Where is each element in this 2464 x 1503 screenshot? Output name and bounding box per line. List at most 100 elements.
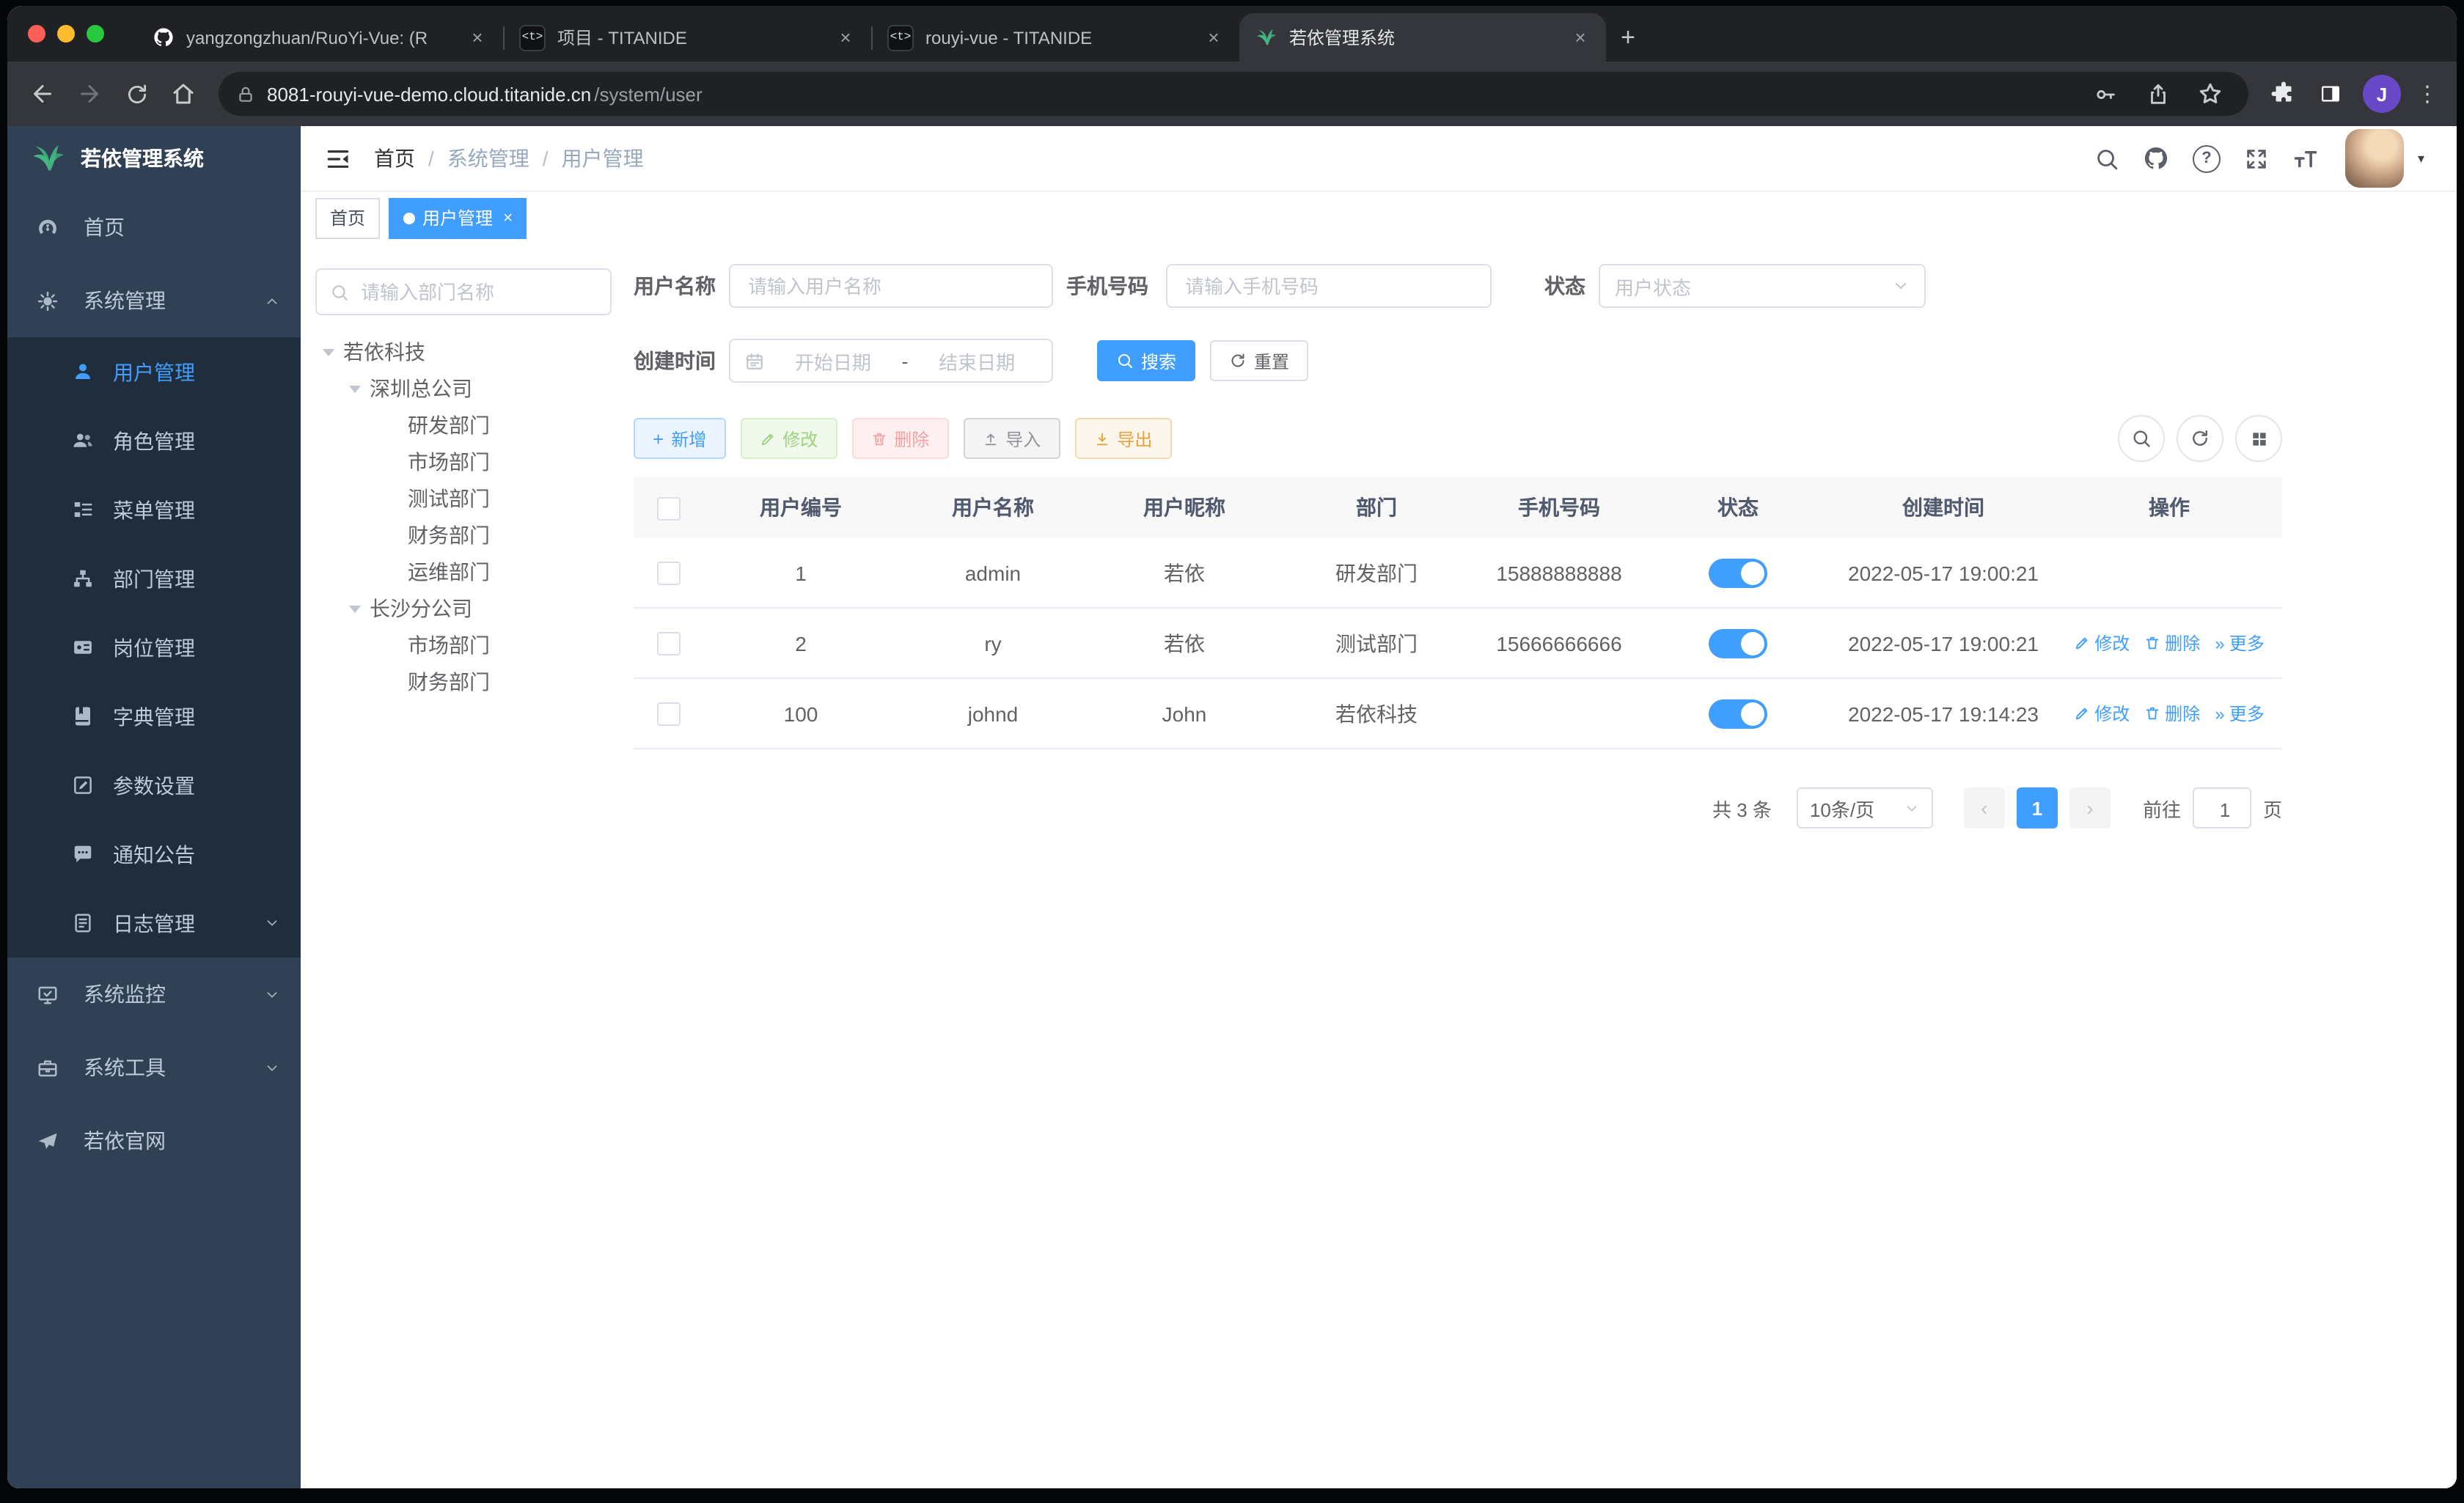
github-icon[interactable]	[2135, 136, 2179, 180]
help-question-icon[interactable]: ?	[2185, 136, 2229, 180]
sidebar-item-notice[interactable]: 通知公告	[7, 820, 301, 889]
row-delete-link[interactable]: 删除	[2144, 631, 2200, 655]
tab-ruoyi-admin-active[interactable]: 若依管理系统 ×	[1239, 13, 1606, 62]
status-select[interactable]: 用户状态	[1599, 264, 1926, 308]
sidebar-item-param-settings[interactable]: 参数设置	[7, 751, 301, 820]
sidebar-collapse-icon[interactable]	[312, 133, 362, 183]
row-checkbox[interactable]	[657, 562, 681, 586]
sidebar-item-menu-management[interactable]: 菜单管理	[7, 475, 301, 544]
status-cell	[1646, 699, 1830, 728]
close-window-button[interactable]	[28, 25, 45, 43]
current-page-button[interactable]: 1	[2016, 787, 2058, 828]
dept-search-input[interactable]	[358, 279, 597, 304]
row-checkbox[interactable]	[657, 632, 681, 656]
status-toggle-on[interactable]	[1709, 558, 1767, 587]
column-settings-grid-icon[interactable]	[2235, 415, 2282, 462]
fullscreen-icon[interactable]	[2234, 136, 2278, 180]
search-button[interactable]: 搜索	[1097, 340, 1196, 381]
user-avatar[interactable]	[2345, 129, 2405, 188]
add-button[interactable]: + 新增	[634, 418, 726, 459]
page-size-select[interactable]: 10条/页	[1796, 787, 1933, 828]
minimize-window-button[interactable]	[57, 25, 75, 43]
sidebar-logo[interactable]: 若依管理系统	[7, 126, 301, 191]
address-bar[interactable]: 8081-rouyi-vue-demo.cloud.titanide.cn/sy…	[219, 72, 2248, 116]
tree-expand-caret-icon[interactable]	[323, 348, 334, 361]
tree-node[interactable]: 测试部门	[315, 479, 612, 516]
goto-page-input[interactable]	[2193, 789, 2256, 830]
tree-node[interactable]: 财务部门	[315, 516, 612, 553]
tree-node[interactable]: 运维部门	[315, 553, 612, 589]
font-size-icon[interactable]	[2284, 136, 2328, 180]
new-tab-button[interactable]: +	[1606, 13, 1650, 62]
tree-node[interactable]: 长沙分公司	[315, 589, 612, 626]
back-icon[interactable]	[22, 73, 63, 114]
row-more-link[interactable]: » 更多	[2215, 631, 2264, 655]
password-key-icon[interactable]	[2084, 73, 2125, 114]
status-toggle-on[interactable]	[1709, 699, 1767, 728]
row-edit-link[interactable]: 修改	[2074, 701, 2130, 726]
sidebar-item-label: 首页	[84, 216, 125, 239]
select-all-checkbox[interactable]	[657, 496, 681, 521]
browser-menu-icon[interactable]: ⋮	[2413, 81, 2442, 107]
close-tab-icon[interactable]: ×	[835, 26, 857, 48]
table-toolbar: + 新增 修改 删除 导入 导出	[634, 415, 2282, 462]
forward-icon[interactable]	[69, 73, 110, 114]
sidebar-item-post-management[interactable]: 岗位管理	[7, 613, 301, 682]
tab-titanide-rouyi[interactable]: <t> rouyi-vue - TITANIDE ×	[873, 13, 1239, 62]
sidebar-item-dict-management[interactable]: 字典管理	[7, 682, 301, 751]
tree-node[interactable]: 市场部门	[315, 626, 612, 663]
close-tab-icon[interactable]: ×	[1569, 26, 1591, 48]
delete-button[interactable]: 删除	[851, 418, 949, 459]
tag-user-management-active[interactable]: 用户管理 ×	[389, 197, 527, 238]
close-tab-icon[interactable]: ×	[466, 26, 488, 48]
next-page-button[interactable]: ›	[2069, 787, 2111, 828]
tag-home[interactable]: 首页	[315, 197, 381, 238]
row-checkbox[interactable]	[657, 702, 681, 727]
extensions-puzzle-icon[interactable]	[2263, 73, 2304, 114]
tree-node[interactable]: 市场部门	[315, 443, 612, 479]
header-search-icon[interactable]	[2085, 136, 2129, 180]
side-panel-icon[interactable]	[2310, 73, 2351, 114]
refresh-icon[interactable]	[2177, 415, 2223, 462]
tab-titanide-project[interactable]: <t> 项目 - TITANIDE ×	[505, 13, 871, 62]
export-button[interactable]: 导出	[1074, 418, 1172, 459]
tab-github[interactable]: yangzongzhuan/RuoYi-Vue: (R ×	[136, 13, 503, 62]
tree-node[interactable]: 财务部门	[315, 663, 612, 699]
import-button[interactable]: 导入	[963, 418, 1060, 459]
status-toggle-on[interactable]	[1709, 628, 1767, 658]
edit-button[interactable]: 修改	[740, 418, 837, 459]
sidebar-item-user-management[interactable]: 用户管理	[7, 337, 301, 406]
reload-icon[interactable]	[116, 73, 157, 114]
home-icon[interactable]	[163, 73, 204, 114]
share-icon[interactable]	[2137, 73, 2178, 114]
tree-expand-caret-icon[interactable]	[349, 385, 361, 398]
close-tab-icon[interactable]: ×	[1203, 26, 1225, 48]
username-input[interactable]	[745, 273, 1037, 298]
sidebar-item-system-monitor[interactable]: 系统监控	[7, 958, 301, 1031]
prev-page-button[interactable]: ‹	[1963, 787, 2005, 828]
close-tag-icon[interactable]: ×	[503, 209, 513, 227]
bookmark-star-icon[interactable]	[2190, 73, 2231, 114]
avatar-dropdown-caret-icon[interactable]: ▾	[2418, 150, 2424, 166]
row-more-link[interactable]: » 更多	[2215, 701, 2264, 726]
browser-profile-avatar[interactable]: J	[2363, 75, 2401, 113]
sidebar-item-role-management[interactable]: 角色管理	[7, 406, 301, 475]
sidebar-item-home[interactable]: 首页	[7, 191, 301, 264]
sidebar-item-system-management[interactable]: 系统管理	[7, 264, 301, 337]
maximize-window-button[interactable]	[87, 25, 104, 43]
row-delete-link[interactable]: 删除	[2144, 701, 2200, 726]
reset-button[interactable]: 重置	[1210, 340, 1309, 381]
tree-node[interactable]: 深圳总公司	[315, 370, 612, 406]
row-edit-link[interactable]: 修改	[2074, 631, 2130, 655]
date-range-picker[interactable]: 开始日期 - 结束日期	[729, 339, 1053, 383]
tree-expand-caret-icon[interactable]	[349, 605, 361, 618]
sidebar-item-log-management[interactable]: 日志管理	[7, 889, 301, 958]
tree-node[interactable]: 研发部门	[315, 406, 612, 443]
sidebar-item-ruoyi-website[interactable]: 若依官网	[7, 1104, 301, 1177]
sidebar-item-system-tools[interactable]: 系统工具	[7, 1031, 301, 1104]
breadcrumb-home[interactable]: 首页	[374, 144, 415, 173]
sidebar-item-dept-management[interactable]: 部门管理	[7, 544, 301, 613]
tree-node[interactable]: 若依科技	[315, 333, 612, 370]
toggle-search-icon[interactable]	[2118, 415, 2165, 462]
phone-input[interactable]	[1182, 273, 1475, 298]
